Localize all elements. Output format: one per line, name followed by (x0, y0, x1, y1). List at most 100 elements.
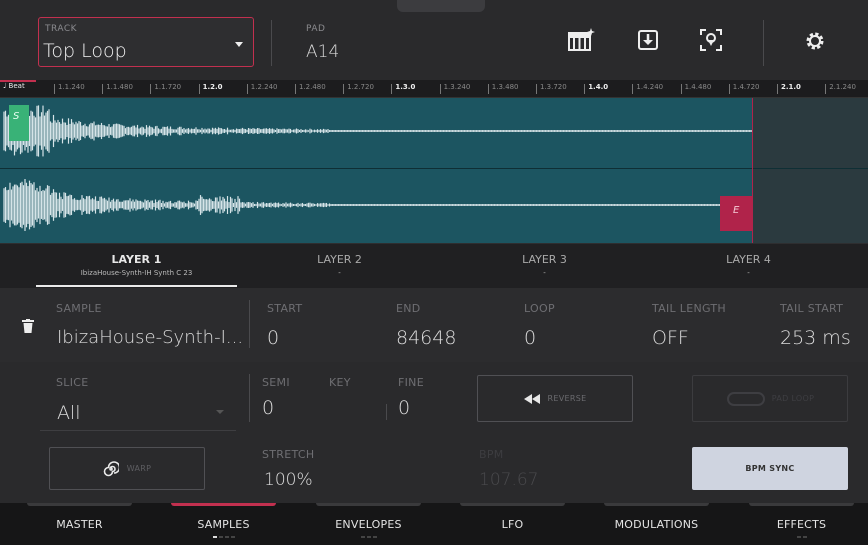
tab-indicator (604, 503, 709, 506)
tab-indicator (316, 503, 421, 506)
tab-indicator (171, 503, 276, 506)
tail-length-field[interactable]: OFF (652, 327, 689, 349)
loop-field[interactable]: 0 (524, 327, 536, 349)
layer-title: LAYER 3 (522, 253, 567, 266)
bottom-tab-bar: MASTER SAMPLES ENVELOPES LFO MODULATIONS… (0, 503, 868, 545)
chevron-down-icon (235, 42, 243, 47)
ruler-tick-label: 1.1.240 (58, 83, 85, 91)
page-dots (729, 536, 868, 538)
sample-caption: SAMPLE (56, 302, 102, 315)
start-caption: START (267, 302, 303, 315)
bpm-field[interactable]: 107.67 (479, 470, 538, 490)
tab-label: EFFECTS (776, 518, 827, 531)
tab-modulations[interactable]: MODULATIONS (584, 503, 729, 545)
slice-field[interactable]: All (57, 402, 81, 424)
track-caption: TRACK (45, 24, 78, 34)
tail-length-caption: TAIL LENGTH (652, 302, 726, 315)
ruler-tick-label: 1.3.720 (540, 83, 567, 91)
tab-label: MODULATIONS (614, 518, 699, 531)
layer-tab-2[interactable]: LAYER 2 - (238, 244, 441, 289)
reverse-button[interactable]: REVERSE (477, 375, 633, 422)
end-field[interactable]: 84648 (396, 327, 456, 349)
stretch-field[interactable]: 100% (264, 470, 313, 490)
tab-lfo[interactable]: LFO (440, 503, 585, 545)
start-field[interactable]: 0 (267, 327, 279, 349)
ruler-tick-label: 1.4.240 (636, 83, 664, 91)
tab-label: ENVELOPES (335, 518, 402, 531)
download-icon[interactable] (634, 26, 664, 56)
tail-start-caption: TAIL START (780, 302, 844, 315)
sample-field[interactable]: IbizaHouse-Synth-I... (57, 327, 243, 348)
ruler-tick-mark (632, 84, 634, 94)
page-dots (151, 536, 296, 538)
note-icon: ♩ (3, 82, 7, 90)
bpm-sync-label: BPM SYNC (745, 464, 795, 473)
ruler-tick-mark (439, 84, 441, 94)
tail-start-field[interactable]: 253 ms (780, 327, 851, 349)
tab-envelopes[interactable]: ENVELOPES (296, 503, 441, 545)
pad-loop-button[interactable]: PAD LOOP (692, 375, 848, 422)
tab-effects[interactable]: EFFECTS (729, 503, 868, 545)
gear-icon[interactable] (800, 26, 830, 56)
locate-icon[interactable] (697, 26, 727, 56)
layer-sample-name: - (338, 269, 341, 277)
layer-tab-3[interactable]: LAYER 3 - (443, 244, 646, 289)
ruler-tick-label: 1.3.480 (491, 83, 519, 91)
track-value: Top Loop (43, 40, 127, 62)
page-dots (296, 536, 441, 538)
tab-master[interactable]: MASTER (7, 503, 152, 545)
ruler-tick-label: 1.2.480 (299, 83, 326, 91)
layer-title: LAYER 2 (317, 253, 362, 266)
key-caption: KEY (329, 376, 351, 389)
warp-button[interactable]: WARP (49, 447, 205, 490)
ruler-tick-mark (246, 84, 248, 94)
loop-caption: LOOP (524, 302, 555, 315)
end-marker[interactable]: E (720, 196, 753, 231)
ruler-tick-mark (343, 84, 345, 94)
layer-tab-1[interactable]: LAYER 1 IbizaHouse-Synth-IH Synth C 23 (35, 244, 238, 289)
ruler-tick-label: 1.2.0 (202, 83, 223, 91)
tab-label: LFO (501, 518, 524, 531)
timeline-ruler[interactable]: 1.1.240 1.1.480 1.1.720 1.2.0 1.2.240 1.2.480… (0, 80, 868, 98)
layer-tab-4[interactable]: LAYER 4 - (647, 244, 850, 289)
beat-label-text: Beat (8, 82, 25, 90)
divider (271, 20, 272, 66)
bpm-sync-button[interactable]: BPM SYNC (692, 447, 848, 490)
layer-sample-name: - (543, 269, 546, 277)
drag-handle[interactable] (397, 0, 485, 12)
ruler-tick-label: 1.4.480 (684, 83, 712, 91)
layer-tabs: LAYER 1 IbizaHouse-Synth-IH Synth C 23 L… (0, 243, 868, 288)
ruler-tick-label: 1.4.0 (588, 83, 609, 91)
layer-sample-name: IbizaHouse-Synth-IH Synth C 23 (80, 269, 193, 277)
layer-sample-name: - (747, 269, 750, 277)
start-marker[interactable]: S (9, 105, 29, 141)
keygroup-icon[interactable] (566, 26, 596, 56)
ruler-tick-mark (487, 84, 489, 94)
pad-value[interactable]: A14 (306, 42, 339, 62)
ruler-tick-mark (150, 84, 152, 94)
ruler-tick-mark (680, 84, 682, 94)
ruler-tick-mark (102, 84, 104, 94)
trash-icon[interactable] (22, 318, 34, 337)
layer-title: LAYER 1 (111, 253, 162, 266)
divider (386, 404, 387, 420)
slice-caption: SLICE (56, 376, 89, 389)
channel-divider (0, 168, 868, 169)
tab-samples[interactable]: SAMPLES (151, 503, 296, 545)
fine-field[interactable]: 0 (398, 397, 410, 419)
loop-icon (726, 391, 765, 406)
ruler-tick-label: 1.3.0 (395, 83, 416, 91)
ruler-tick-label: 1.4.720 (732, 83, 760, 91)
ruler-tick-mark (825, 84, 827, 94)
track-selector[interactable]: TRACK Top Loop (38, 17, 254, 67)
pad-loop-label: PAD LOOP (771, 394, 815, 403)
beat-label: ♩ Beat (3, 82, 25, 90)
tab-indicator (460, 503, 565, 506)
ruler-tick-label: 1.3.240 (443, 83, 471, 91)
semi-field[interactable]: 0 (262, 397, 274, 419)
ruler-tick-mark (584, 84, 586, 94)
ruler-tick-mark (295, 84, 296, 94)
slice-underline (40, 430, 236, 431)
ruler-tick-mark (777, 84, 778, 94)
ruler-tick-mark (536, 84, 537, 94)
